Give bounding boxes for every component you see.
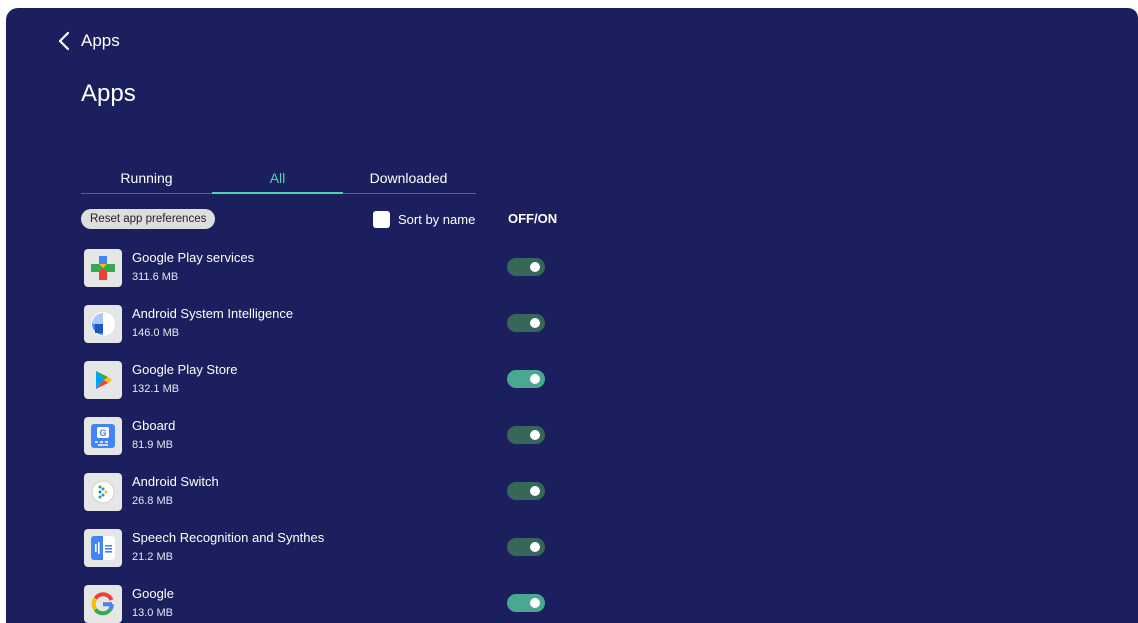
reset-app-preferences-button[interactable]: Reset app preferences (81, 209, 216, 229)
app-row[interactable]: Google 13.0 MB (81, 581, 561, 623)
top-bar: Apps (54, 28, 120, 54)
app-name: Android Switch (132, 474, 219, 489)
app-size: 21.2 MB (132, 551, 173, 563)
app-toggle[interactable] (507, 314, 545, 332)
sort-by-name-checkbox[interactable] (373, 210, 390, 228)
tab-bar: Running All Downloaded (81, 163, 476, 194)
toggle-knob (530, 318, 540, 328)
tab-all[interactable]: All (212, 163, 343, 194)
app-size: 13.0 MB (132, 607, 173, 619)
app-toggle[interactable] (507, 594, 545, 612)
google-play-services-icon (84, 249, 122, 287)
app-row[interactable]: G Gboard 81.9 MB (81, 413, 561, 465)
app-size: 26.8 MB (132, 495, 173, 507)
app-toggle[interactable] (507, 258, 545, 276)
sort-by-name-label: Sort by name (398, 211, 476, 227)
chevron-left-icon (58, 31, 70, 51)
google-icon (84, 585, 122, 623)
app-name: Gboard (132, 418, 176, 433)
app-row[interactable]: Android System Intelligence 146.0 MB (81, 301, 561, 353)
back-button[interactable] (54, 30, 74, 52)
tab-running[interactable]: Running (81, 163, 212, 193)
tab-downloaded[interactable]: Downloaded (343, 163, 474, 193)
toggle-knob (530, 374, 540, 384)
app-row[interactable]: Android Switch 26.8 MB (81, 469, 561, 521)
toggle-knob (530, 430, 540, 440)
speech-recognition-icon (84, 529, 122, 567)
app-row[interactable]: Google Play services 311.6 MB (81, 245, 561, 297)
toggle-knob (530, 486, 540, 496)
app-name: Google Play Store (132, 362, 238, 377)
breadcrumb-title: Apps (81, 31, 120, 50)
off-on-header: OFF/ON (508, 211, 558, 226)
android-system-intelligence-icon (84, 305, 122, 343)
android-switch-icon (84, 473, 122, 511)
svg-text:G: G (99, 428, 106, 438)
app-toggle[interactable] (507, 538, 545, 556)
sort-by-name: Sort by name (373, 209, 475, 229)
app-size: 132.1 MB (132, 383, 180, 395)
app-name: Google Play services (132, 250, 255, 265)
app-name: Google (132, 586, 174, 601)
gboard-icon: G (84, 417, 122, 455)
settings-screen: Apps Apps Running All Downloaded Reset a… (6, 8, 1138, 623)
app-row[interactable]: Google Play Store 132.1 MB (81, 357, 561, 409)
app-name: Speech Recognition and Synthes (132, 530, 325, 545)
toggle-knob (530, 262, 540, 272)
page-title: Apps (81, 80, 136, 107)
app-row[interactable]: Speech Recognition and Synthes 21.2 MB (81, 525, 561, 577)
toggle-knob (530, 598, 540, 608)
app-toggle[interactable] (507, 370, 545, 388)
app-size: 146.0 MB (132, 327, 180, 339)
toggle-knob (530, 542, 540, 552)
google-play-store-icon (84, 361, 122, 399)
app-toggle[interactable] (507, 482, 545, 500)
app-size: 311.6 MB (132, 271, 179, 283)
app-size: 81.9 MB (132, 439, 173, 451)
app-name: Android System Intelligence (132, 306, 294, 321)
app-toggle[interactable] (507, 426, 545, 444)
